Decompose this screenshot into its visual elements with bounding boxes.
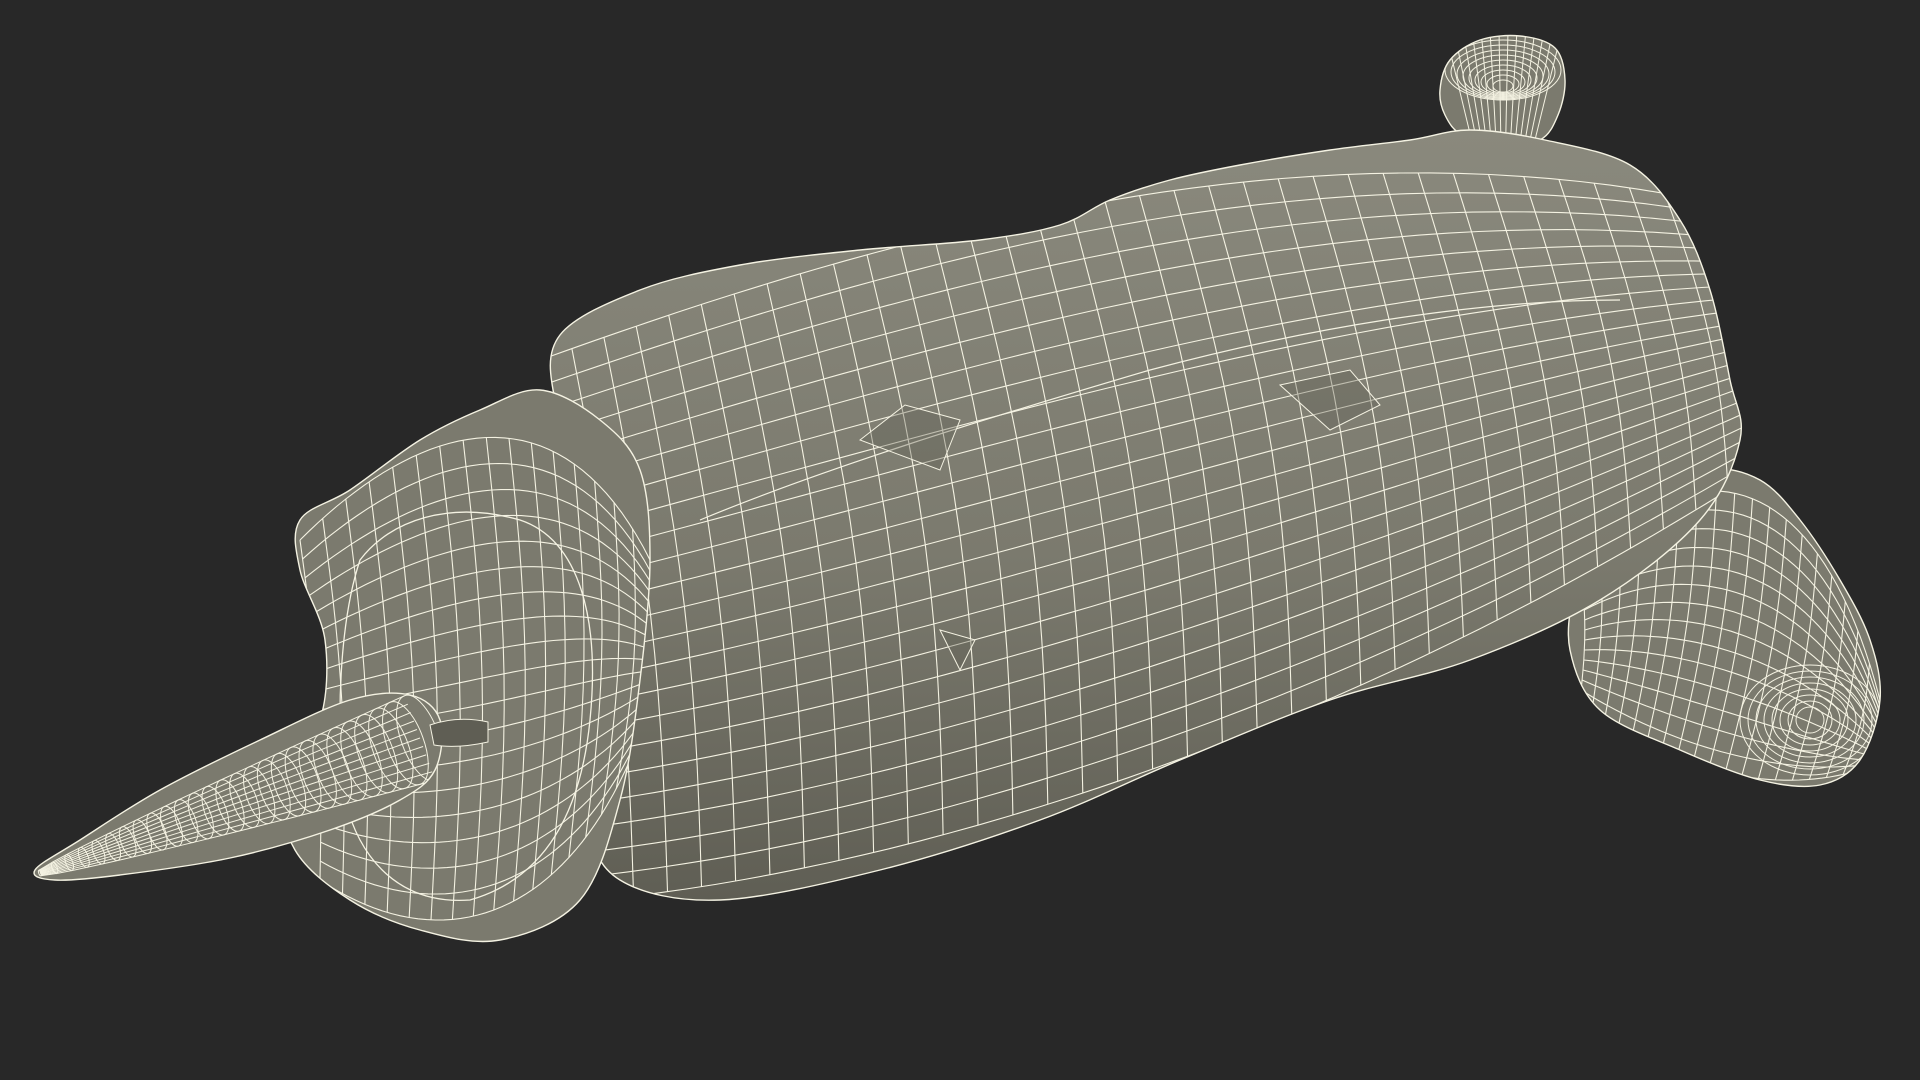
render-viewport [0,0,1920,1080]
wireframe-model-render [0,0,1920,1080]
connector-stub [429,718,489,747]
